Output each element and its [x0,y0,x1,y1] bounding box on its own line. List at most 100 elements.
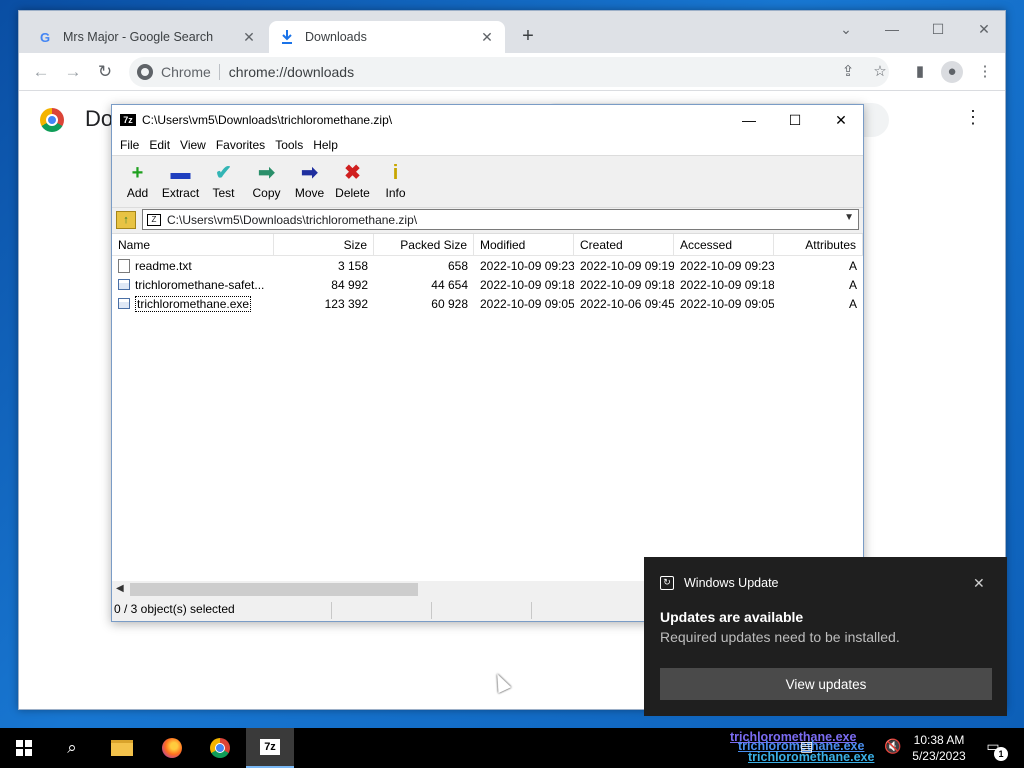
file-created: 2022-10-06 09:45 [580,296,674,311]
clock-time: 10:38 AM [913,733,965,747]
menu-file[interactable]: File [115,138,144,152]
file-modified: 2022-10-09 09:05 [480,296,574,311]
column-modified[interactable]: Modified [474,234,574,256]
firefox-icon[interactable] [148,728,196,768]
maximize-icon[interactable]: ☐ [915,15,961,43]
clock-date: 5/23/2023 [912,749,966,763]
delete-button[interactable]: ✖ Delete [331,156,374,207]
tab-strip: G Mrs Major - Google Search ✕ Downloads … [19,11,1005,53]
notification-count-badge: 1 [994,747,1008,761]
status-segment: 0 / 3 object(s) selected [112,602,332,619]
bookmark-star-icon[interactable]: ☆ [869,61,891,83]
column-packed-size[interactable]: Packed Size [374,234,474,256]
system-clock[interactable]: 10:38 AM 5/23/2023 [904,732,974,764]
info-icon: i [392,162,399,184]
minimize-icon[interactable]: — [869,15,915,43]
copy-label: Copy [252,186,281,200]
volume-muted-icon[interactable]: 🔇 [884,738,901,755]
column-size[interactable]: Size [274,234,374,256]
file-modified: 2022-10-09 09:23 [480,258,574,273]
address-bar[interactable]: Chrome chrome://downloads [129,57,889,87]
info-label: Info [385,186,406,200]
page-title: Do [85,106,114,131]
chrome-menu-icon[interactable]: ⋮ [974,61,996,83]
column-attributes[interactable]: Attributes [774,234,863,256]
file-created: 2022-10-09 09:19 [580,258,674,273]
action-center-icon[interactable]: ▭ 1 [982,738,1008,761]
file-name: readme.txt [135,258,192,273]
add-button[interactable]: + Add [116,156,159,207]
menu-tools[interactable]: Tools [270,138,308,152]
copy-icon: ➡ [258,162,275,184]
view-updates-button[interactable]: View updates [660,668,992,700]
close-notification-icon[interactable]: ✕ [973,575,985,592]
sevenzip-taskbar-icon[interactable]: 7z [246,728,294,768]
file-created: 2022-10-09 09:18 [580,277,674,292]
tab-search-icon[interactable]: ⌄ [823,15,869,43]
chrome-taskbar-icon[interactable] [196,728,244,768]
forward-icon[interactable]: → [61,61,85,83]
file-list: Name Size Packed Size Modified Created A… [112,233,863,581]
menu-view[interactable]: View [175,138,211,152]
chevron-down-icon[interactable]: ▼ [844,212,854,223]
close-window-icon[interactable]: ✕ [961,15,1007,43]
add-icon: + [131,162,144,184]
extract-button[interactable]: ▬ Extract [159,156,202,207]
file-packed-size: 658 [447,258,468,273]
file-explorer-icon[interactable] [98,728,146,768]
scrollbar-thumb[interactable] [130,583,418,596]
extract-label: Extract [161,186,200,200]
file-attributes: A [848,258,857,273]
status-segment [332,602,432,619]
column-accessed[interactable]: Accessed [674,234,774,256]
file-list-header: Name Size Packed Size Modified Created A… [112,234,863,256]
extract-icon: ▬ [170,162,191,184]
tab-google-search[interactable]: G Mrs Major - Google Search ✕ [27,21,267,53]
column-name[interactable]: Name [112,234,274,256]
move-icon: ➡ [301,162,318,184]
more-actions-icon[interactable]: ⋮ [964,107,982,128]
test-icon: ✔ [215,162,232,184]
status-text: 0 / 3 object(s) selected [114,602,235,616]
minimize-icon[interactable]: — [726,105,772,135]
test-label: Test [212,186,235,200]
reload-icon[interactable]: ↻ [93,61,117,83]
start-button[interactable] [0,728,48,768]
google-icon: G [39,29,51,45]
sevenzip-address-field[interactable]: Z C:\Users\vm5\Downloads\trichloromethan… [142,209,859,230]
table-row[interactable]: trichloromethane.exe 123 392 60 928 2022… [112,294,863,313]
move-button[interactable]: ➡ Move [288,156,331,207]
search-icon[interactable]: ⌕ [48,728,96,768]
close-icon[interactable]: ✕ [818,105,864,135]
test-button[interactable]: ✔ Test [202,156,245,207]
folder-up-icon[interactable]: ↑ [116,210,136,229]
tab-downloads[interactable]: Downloads ✕ [269,21,505,53]
close-tab-icon[interactable]: ✕ [479,29,495,46]
windows-update-notification[interactable]: ↻ Windows Update ✕ Updates are available… [644,557,1007,716]
sevenzip-window: 7z C:\Users\vm5\Downloads\trichlorometha… [111,104,864,622]
share-icon[interactable]: ⇪ [837,61,859,83]
news-widget-icon[interactable]: ▤ [800,738,813,755]
status-segment [432,602,532,619]
exe-file-icon [118,279,130,290]
side-panel-icon[interactable]: ▮ [909,61,931,83]
maximize-icon[interactable]: ☐ [772,105,818,135]
column-created[interactable]: Created [574,234,674,256]
table-row[interactable]: readme.txt 3 158 658 2022-10-09 09:23 20… [112,256,863,275]
file-packed-size: 44 654 [431,277,468,292]
new-tab-button[interactable]: + [517,25,539,48]
address-text: C:\Users\vm5\Downloads\trichloromethane.… [167,212,418,227]
exe-file-icon [118,298,130,309]
file-name: trichloromethane.exe [135,295,252,312]
copy-button[interactable]: ➡ Copy [245,156,288,207]
menu-edit[interactable]: Edit [144,138,175,152]
table-row[interactable]: trichloromethane-safet... 84 992 44 654 … [112,275,863,294]
menu-help[interactable]: Help [308,138,343,152]
back-icon[interactable]: ← [29,61,53,83]
close-tab-icon[interactable]: ✕ [241,29,257,46]
menu-favorites[interactable]: Favorites [211,138,270,152]
sevenzip-titlebar: 7z C:\Users\vm5\Downloads\trichlorometha… [112,105,863,135]
info-button[interactable]: i Info [374,156,417,207]
scroll-left-icon[interactable]: ◀ [116,583,124,594]
profile-avatar-icon[interactable]: ● [941,61,963,83]
